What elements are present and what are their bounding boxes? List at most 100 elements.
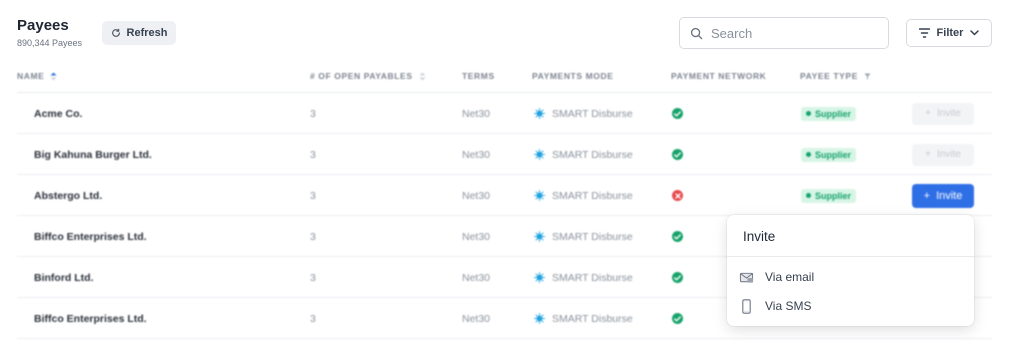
check-circle-icon: [672, 108, 683, 119]
payee-name: Binford Ltd.: [34, 271, 94, 284]
plus-icon: +: [925, 149, 931, 160]
payments-mode-label: SMART Disburse: [552, 271, 633, 284]
smart-disburse-icon: [534, 190, 545, 201]
column-label: TERMS: [462, 71, 495, 81]
invite-button[interactable]: + Invite: [912, 183, 974, 208]
payment-network-status: [672, 93, 683, 134]
dropdown-divider: [727, 256, 974, 257]
payment-network-status: [672, 257, 683, 298]
badge-label: Supplier: [815, 190, 852, 201]
check-circle-icon: [672, 231, 683, 242]
table-row[interactable]: Abstergo Ltd. 3 Net30 SMART Disburse Supplie…: [17, 175, 992, 216]
column-label: # OF OPEN PAYABLES: [310, 71, 413, 81]
check-circle-icon: [672, 313, 683, 324]
invite-cell: + Invite: [912, 134, 974, 175]
search-box[interactable]: [679, 17, 889, 49]
badge-label: Supplier: [815, 108, 852, 119]
payments-mode: SMART Disburse: [534, 216, 633, 257]
phone-icon: [742, 298, 751, 314]
payments-mode: SMART Disburse: [534, 134, 633, 175]
payments-mode-label: SMART Disburse: [552, 189, 633, 202]
invite-label: Invite: [936, 189, 963, 202]
invite-cell: + Invite: [912, 175, 974, 216]
invite-via-sms[interactable]: Via SMS: [739, 293, 959, 319]
payment-terms: Net30: [462, 189, 491, 202]
smart-disburse-icon: [534, 149, 545, 160]
chevron-down-icon: [970, 30, 980, 36]
filter-label: Filter: [936, 27, 964, 39]
smart-disburse-icon: [534, 313, 545, 324]
payee-type: Supplier: [801, 93, 857, 134]
check-circle-icon: [672, 149, 683, 160]
invite-dropdown: Invite Via email Via SMS: [727, 215, 974, 326]
filter-button[interactable]: Filter: [906, 19, 992, 47]
payee-type: Supplier: [801, 134, 857, 175]
open-payables-count: 3: [310, 189, 316, 202]
page-title: Payees: [17, 17, 69, 34]
column-label: PAYMENTS MODE: [532, 71, 614, 81]
refresh-button[interactable]: Refresh: [102, 21, 176, 45]
search-input[interactable]: [711, 25, 871, 41]
invite-button[interactable]: + Invite: [912, 102, 974, 125]
invite-via-email[interactable]: Via email: [739, 264, 959, 290]
supplier-badge: Supplier: [801, 147, 857, 162]
sort-asc-icon: [50, 72, 57, 80]
table-row[interactable]: Acme Co. 3 Net30 SMART Disburse Supplier + Inv…: [17, 93, 992, 134]
badge-dot-icon: [806, 152, 811, 157]
payee-name: Big Kahuna Burger Ltd.: [34, 148, 152, 161]
payee-name: Abstergo Ltd.: [34, 189, 103, 202]
payment-network-status: [672, 216, 683, 257]
column-header-payment-network: PAYMENT NETWORK: [671, 71, 766, 81]
invite-label: Invite: [936, 108, 961, 119]
invite-button[interactable]: + Invite: [912, 143, 974, 166]
open-payables-count: 3: [310, 230, 316, 243]
smart-disburse-icon: [534, 231, 545, 242]
table-row[interactable]: Big Kahuna Burger Ltd. 3 Net30 SMART Disbur…: [17, 134, 992, 175]
filter-icon: [918, 28, 930, 38]
column-header-name[interactable]: NAME: [17, 71, 57, 81]
payments-mode-label: SMART Disburse: [552, 230, 633, 243]
column-label: PAYEE TYPE: [800, 71, 858, 81]
invite-label: Invite: [936, 149, 961, 160]
refresh-icon: [111, 28, 120, 37]
dropdown-title: Invite: [743, 229, 776, 244]
supplier-badge: Supplier: [801, 106, 857, 121]
payments-mode-label: SMART Disburse: [552, 148, 633, 161]
column-header-terms: TERMS: [462, 71, 495, 81]
payment-network-status: [672, 175, 683, 216]
open-payables-count: 3: [310, 312, 316, 325]
payee-type: Supplier: [801, 175, 857, 216]
open-payables-count: 3: [310, 148, 316, 161]
payments-mode: SMART Disburse: [534, 175, 633, 216]
badge-dot-icon: [806, 111, 811, 116]
column-header-payee-type[interactable]: PAYEE TYPE: [800, 71, 871, 81]
payments-mode: SMART Disburse: [534, 298, 633, 339]
badge-dot-icon: [806, 193, 811, 198]
column-label: NAME: [17, 71, 45, 81]
payment-network-status: [672, 298, 683, 339]
refresh-label: Refresh: [126, 27, 168, 39]
payments-mode-label: SMART Disburse: [552, 312, 633, 325]
payments-mode: SMART Disburse: [534, 93, 633, 134]
supplier-badge: Supplier: [801, 188, 857, 203]
column-header-open-payables[interactable]: # OF OPEN PAYABLES: [310, 71, 426, 81]
payment-terms: Net30: [462, 148, 491, 161]
menu-item-label: Via SMS: [765, 299, 812, 313]
payment-terms: Net30: [462, 271, 491, 284]
payment-network-status: [672, 134, 683, 175]
payee-name: Biffco Enterprises Ltd.: [34, 230, 147, 243]
menu-item-label: Via email: [765, 270, 815, 284]
email-icon: [739, 272, 754, 283]
open-payables-count: 3: [310, 107, 316, 120]
filter-icon: [864, 73, 871, 79]
payee-name: Acme Co.: [34, 107, 83, 120]
payee-count: 890,344 Payees: [17, 38, 83, 48]
column-label: PAYMENT NETWORK: [671, 71, 767, 81]
column-header-payments-mode: PAYMENTS MODE: [532, 71, 613, 81]
smart-disburse-icon: [534, 108, 545, 119]
payment-terms: Net30: [462, 312, 491, 325]
smart-disburse-icon: [534, 272, 545, 283]
plus-icon: +: [925, 108, 931, 119]
payees-page: Payees 890,344 Payees Refresh Filter NAM…: [0, 0, 1009, 347]
invite-cell: + Invite: [912, 93, 974, 134]
